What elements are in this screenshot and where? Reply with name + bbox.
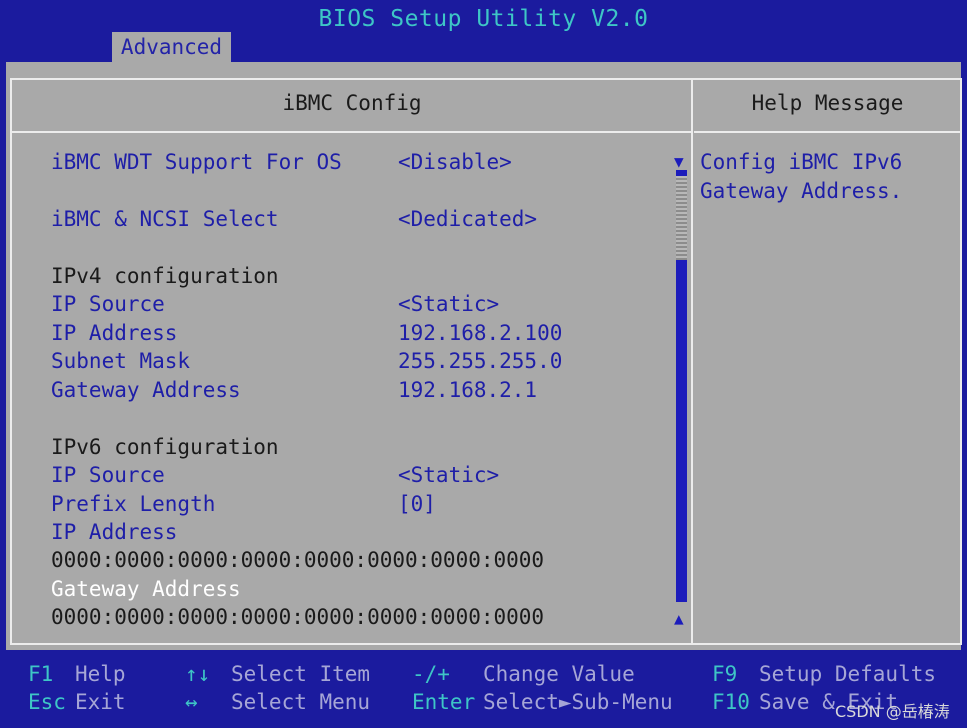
ipv6-ip-address-value[interactable]: 0000:0000:0000:0000:0000:0000:0000:0000 bbox=[51, 548, 544, 572]
ipv6-section-title: IPv6 configuration bbox=[51, 435, 279, 459]
ipv4-subnet-mask-value[interactable]: 255.255.255.0 bbox=[398, 349, 562, 373]
footer-desc: Exit bbox=[75, 690, 126, 714]
ipv4-gateway-value[interactable]: 192.168.2.1 bbox=[398, 378, 537, 402]
footer-desc: Setup Defaults bbox=[759, 662, 937, 686]
ipv4-ip-address-value[interactable]: 192.168.2.100 bbox=[398, 321, 562, 345]
footer-key: -/+ bbox=[412, 662, 450, 686]
main-panel-header: iBMC Config bbox=[282, 91, 422, 115]
help-message-text: Config iBMC IPv6 Gateway Address. bbox=[700, 150, 903, 203]
ipv4-ip-source-value[interactable]: <Static> bbox=[398, 292, 499, 316]
footer-key: Esc bbox=[28, 690, 66, 714]
help-header-divider bbox=[694, 131, 960, 133]
footer-desc: Select Item bbox=[231, 662, 371, 686]
ipv4-subnet-mask-label[interactable]: Subnet Mask bbox=[51, 349, 190, 373]
footer-key: F10 bbox=[712, 690, 750, 714]
watermark: CSDN @岳椿涛 bbox=[835, 702, 950, 721]
scroll-up-arrow-icon[interactable]: ▼ bbox=[674, 152, 684, 171]
help-panel-header: Help Message bbox=[751, 91, 904, 115]
setting-ncsi-select-label[interactable]: iBMC & NCSI Select bbox=[51, 207, 279, 231]
footer-key: F1 bbox=[28, 662, 54, 686]
footer-key: ↔ bbox=[185, 690, 198, 714]
bios-title: BIOS Setup Utility V2.0 bbox=[318, 6, 649, 32]
footer-key: F9 bbox=[712, 662, 738, 686]
ipv4-ip-address-label[interactable]: IP Address bbox=[51, 321, 177, 345]
ipv6-prefix-length-label[interactable]: Prefix Length bbox=[51, 492, 215, 516]
tab-advanced[interactable]: Advanced bbox=[112, 32, 231, 62]
footer-key: Enter bbox=[412, 690, 476, 714]
ipv4-ip-source-label[interactable]: IP Source bbox=[51, 292, 165, 316]
scroll-down-arrow-icon[interactable]: ▲ bbox=[674, 609, 684, 628]
ipv4-gateway-label[interactable]: Gateway Address bbox=[51, 378, 241, 402]
ipv6-ip-source-value[interactable]: <Static> bbox=[398, 463, 499, 487]
ipv6-prefix-length-value[interactable]: [0] bbox=[398, 492, 436, 516]
footer-desc: Help bbox=[75, 662, 126, 686]
footer-desc: Select►Sub-Menu bbox=[483, 690, 673, 714]
ipv6-ip-address-label[interactable]: IP Address bbox=[51, 520, 177, 544]
setting-ncsi-select-value[interactable]: <Dedicated> bbox=[398, 207, 537, 231]
setting-wdt-support-value[interactable]: <Disable> bbox=[398, 150, 512, 174]
ipv6-ip-source-label[interactable]: IP Source bbox=[51, 463, 165, 487]
main-header-divider bbox=[11, 131, 692, 133]
scrollbar-thumb[interactable] bbox=[676, 176, 687, 260]
ipv4-section-title: IPv4 configuration bbox=[51, 264, 279, 288]
footer-key: ↑↓ bbox=[185, 662, 211, 686]
footer-desc: Select Menu bbox=[231, 690, 371, 714]
ipv6-gateway-value[interactable]: 0000:0000:0000:0000:0000:0000:0000:0000 bbox=[51, 605, 544, 629]
ipv6-gateway-label[interactable]: Gateway Address bbox=[51, 577, 241, 601]
footer-desc: Change Value bbox=[483, 662, 635, 686]
setting-wdt-support-label[interactable]: iBMC WDT Support For OS bbox=[51, 150, 342, 174]
